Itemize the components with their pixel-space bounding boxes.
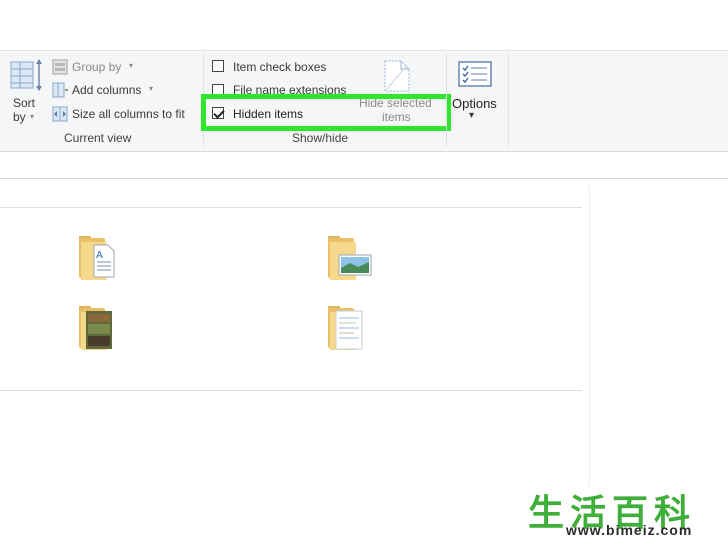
sort-by-label: by	[13, 110, 26, 124]
sort-label: Sort	[13, 96, 36, 110]
item-check-boxes-label: Item check boxes	[233, 60, 327, 74]
options-checklist-icon	[458, 61, 492, 87]
hide-page-icon	[384, 60, 410, 92]
current-view-group-label: Current view	[64, 131, 132, 145]
sort-by-button[interactable]: Sort by ▾	[6, 56, 46, 126]
options-button[interactable]: Options ▾	[450, 56, 504, 126]
group-divider	[508, 54, 509, 146]
folder-document-icon[interactable]: A	[79, 236, 115, 280]
details-pane-divider	[589, 186, 590, 486]
add-columns-button[interactable]: Add columns ▾	[52, 81, 162, 99]
add-columns-icon	[52, 82, 68, 98]
chevron-down-icon: ▾	[30, 112, 35, 121]
group-by-button[interactable]: Group by ▾	[52, 58, 148, 76]
chevron-down-icon: ▾	[129, 61, 134, 70]
item-check-boxes-option[interactable]: Item check boxes	[211, 58, 346, 76]
chevron-down-icon: ▾	[149, 84, 154, 93]
folder-video-icon[interactable]	[79, 306, 115, 350]
folder-files-icon[interactable]	[328, 306, 364, 350]
group-by-icon	[52, 59, 68, 75]
watermark-url: www.bimeiz.com	[566, 522, 693, 538]
folder-picture-icon[interactable]	[328, 236, 372, 280]
size-columns-label: Size all columns to fit	[72, 107, 185, 121]
size-columns-icon	[52, 106, 68, 122]
options-label: Options	[452, 96, 497, 111]
size-columns-button[interactable]: Size all columns to fit	[52, 105, 197, 123]
group-divider	[446, 54, 447, 146]
address-bar-edge	[0, 178, 728, 179]
title-area	[0, 0, 728, 50]
sort-columns-icon	[10, 59, 42, 91]
svg-text:A: A	[96, 250, 103, 261]
content-separator	[0, 390, 582, 391]
highlight-box	[201, 94, 451, 131]
chevron-down-icon: ▾	[469, 110, 475, 121]
show-hide-group-label: Show/hide	[292, 131, 349, 145]
item-check-boxes-checkbox[interactable]	[212, 60, 224, 72]
content-separator	[0, 207, 582, 208]
add-columns-label: Add columns	[72, 83, 142, 97]
group-by-label: Group by	[72, 60, 122, 74]
